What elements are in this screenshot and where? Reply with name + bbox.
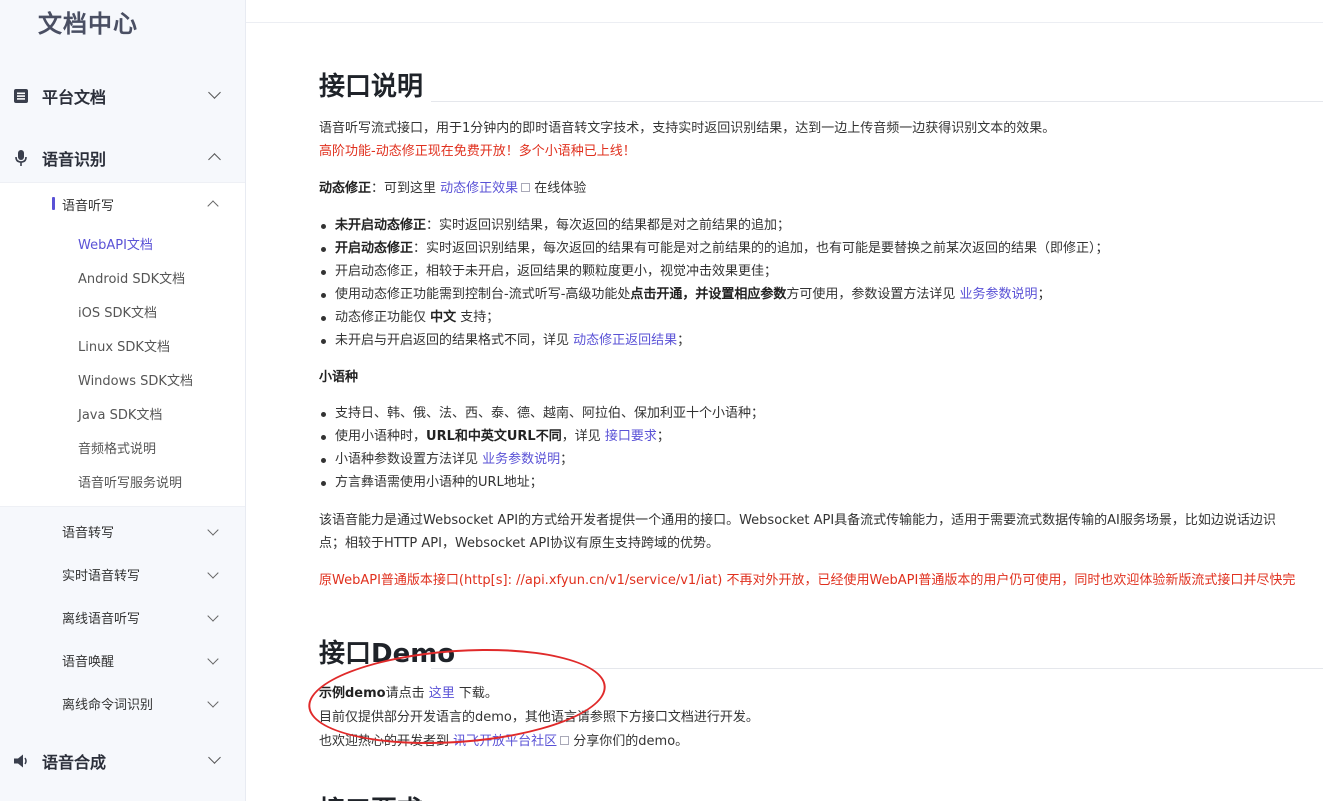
nav-speech-recognition-label: 语音识别 [42,150,107,169]
list-item: 未开启与开启返回的结果格式不同，详见 动态修正返回结果； [320,332,691,350]
nav-platform-docs[interactable]: 平台文档 [0,76,245,116]
text: ：实时返回识别结果，每次返回的结果有可能是对之前结果的的追加，也有可能是要替换之… [413,241,1109,256]
text: 小语种参数设置方法详见 [335,452,483,467]
nav-group-label: 实时语音转写 [62,569,141,584]
header-divider [246,22,1323,23]
list-item: 开启动态修正，相较于未开启，返回结果的颗粒度更小，视觉冲击效果更佳； [320,264,778,279]
nav-leaf-linux-sdk[interactable]: Linux SDK文档 [78,336,170,355]
small-language-title: 小语种 [319,370,359,385]
list-item: 方言彝语需使用小语种的URL地址； [321,475,543,490]
list-item: 支持日、韩、俄、法、西、泰、德、越南、阿拉伯、保加利亚十个小语种； [320,406,765,421]
heading-rule [431,101,1323,102]
list-item: 未开启动态修正：实时返回识别结果，每次返回的结果都是对之前结果的追加； [320,217,791,235]
bold-text: 未开启动态修正 [335,218,427,233]
main-content: 接口说明 语音听写流式接口，用于1分钟内的即时语音转文字技术，支持实时返回识别结… [246,0,1323,801]
nav-leaf-webapi[interactable]: WebAPI文档 [78,234,153,253]
text: 使用小语种时， [335,429,427,444]
websocket-paragraph-line1: 该语音能力是通过Websocket API的方式给开发者提供一个通用的接口。We… [319,513,1276,528]
text: 分享你们的demo。 [569,734,689,749]
chevron-down-icon [207,653,219,665]
text: ； [677,333,691,348]
chevron-down-icon [207,567,219,579]
text: 方可使用，参数设置方法详见 [786,287,960,302]
nav-platform-docs-label: 平台文档 [42,88,107,107]
promo-notice: 高阶功能-动态修正现在免费开放！多个小语种已上线！ [319,144,636,159]
text: 使用动态修正功能需到控制台-流式听写-高级功能处 [335,287,631,302]
chevron-down-icon [207,524,219,536]
dynamic-correction-link[interactable]: 动态修正效果 [440,181,518,196]
bold-text: URL和中英文URL不同 [426,429,562,444]
nav-leaf-java-sdk[interactable]: Java SDK文档 [78,404,162,423]
bold-text: 开启动态修正 [335,241,414,256]
dynamic-correction-label: 动态修正 [319,181,372,196]
nav-group-label: 语音唤醒 [62,655,115,670]
chevron-up-icon [208,153,221,166]
dynamic-correction-line: 动态修正：可到这里 动态修正效果 在线体验 [319,180,586,198]
list-item: 使用动态修正功能需到控制台-流式听写-高级功能处点击开通，并设置相应参数方可使用… [321,286,1051,304]
text: 支持； [456,310,500,325]
nav-group-label: 离线语音听写 [62,612,141,627]
text: ：实时返回识别结果，每次返回的结果都是对之前结果的追加； [426,218,791,233]
old-api-notice: 原WebAPI普通版本接口(http[s]: //api.xfyun.cn/v1… [319,573,1296,588]
external-link-icon [521,183,531,192]
speaker-icon [14,754,27,768]
websocket-paragraph-line2: 点；相较于HTTP API，Websocket API协议有原生支持跨域的优势。 [319,536,720,551]
document-list-icon [14,89,28,103]
nav-group-dictation-label: 语音听写 [62,199,115,214]
microphone-icon [15,150,27,166]
chevron-down-icon [208,86,221,99]
text: ； [656,429,670,444]
text: 未开启与开启返回的结果格式不同，详见 [335,333,574,348]
text: 在线体验 [530,181,587,196]
nav-group-dictation[interactable]: 语音听写 [0,189,245,219]
bold-text: 中文 [430,310,457,325]
nav-group-transcription[interactable]: 语音转写 [0,510,245,550]
nav-speech-recognition[interactable]: 语音识别 [0,138,245,178]
chevron-down-icon [207,610,219,622]
nav-leaf-ios-sdk[interactable]: iOS SDK文档 [78,302,157,321]
external-link-icon [560,736,570,745]
chevron-down-icon [208,751,221,764]
list-item: 使用小语种时，URL和中英文URL不同，详见 接口要求； [321,428,670,446]
list-item: 开启动态修正：实时返回识别结果，每次返回的结果有可能是对之前结果的的追加，也有可… [321,240,1109,258]
nav-group-offline-command[interactable]: 离线命令词识别 [0,682,245,722]
list-item: 小语种参数设置方法详见 业务参数说明； [320,451,574,469]
chevron-down-icon [207,696,219,708]
speech-recognition-submenu: 语音听写 WebAPI文档 Android SDK文档 iOS SDK文档 Li… [0,182,245,507]
brand-title: 文档中心 [38,10,138,38]
active-indicator [52,197,55,210]
heading-interface-requirements: 接口要求 [319,790,423,801]
nav-group-wakeup[interactable]: 语音唤醒 [0,639,245,679]
bold-text: 点击开通，并设置相应参数 [630,287,787,302]
business-params-link[interactable]: 业务参数说明 [960,287,1038,302]
heading-interface-description: 接口说明 [319,72,424,102]
interface-requirements-link[interactable]: 接口要求 [605,429,657,444]
nav-leaf-audio-format[interactable]: 音频格式说明 [78,438,156,457]
intro-paragraph: 语音听写流式接口，用于1分钟内的即时语音转文字技术，支持实时返回识别结果，达到一… [319,121,1056,136]
chevron-up-icon [207,200,219,212]
nav-group-label: 语音转写 [62,526,115,541]
nav-group-offline-dictation[interactable]: 离线语音听写 [0,596,245,636]
text: ：可到这里 [371,181,441,196]
nav-leaf-windows-sdk[interactable]: Windows SDK文档 [78,370,193,389]
nav-leaf-android-sdk[interactable]: Android SDK文档 [78,268,185,287]
text: ； [560,452,574,467]
text: ，详见 [561,429,605,444]
sidebar: 文档中心 平台文档 语音识别 语音听写 WebAPI文档 Android SDK… [0,0,246,801]
nav-speech-synthesis-label: 语音合成 [42,753,107,772]
nav-speech-synthesis[interactable]: 语音合成 [0,741,245,781]
text: 动态修正功能仅 [335,310,431,325]
nav-group-realtime-transcription[interactable]: 实时语音转写 [0,553,245,593]
list-item: 动态修正功能仅 中文 支持； [320,309,500,327]
business-params-link[interactable]: 业务参数说明 [482,452,560,467]
text: ； [1037,287,1051,302]
dynamic-result-link[interactable]: 动态修正返回结果 [573,333,677,348]
nav-leaf-service-desc[interactable]: 语音听写服务说明 [78,472,182,491]
nav-group-label: 离线命令词识别 [62,698,154,713]
